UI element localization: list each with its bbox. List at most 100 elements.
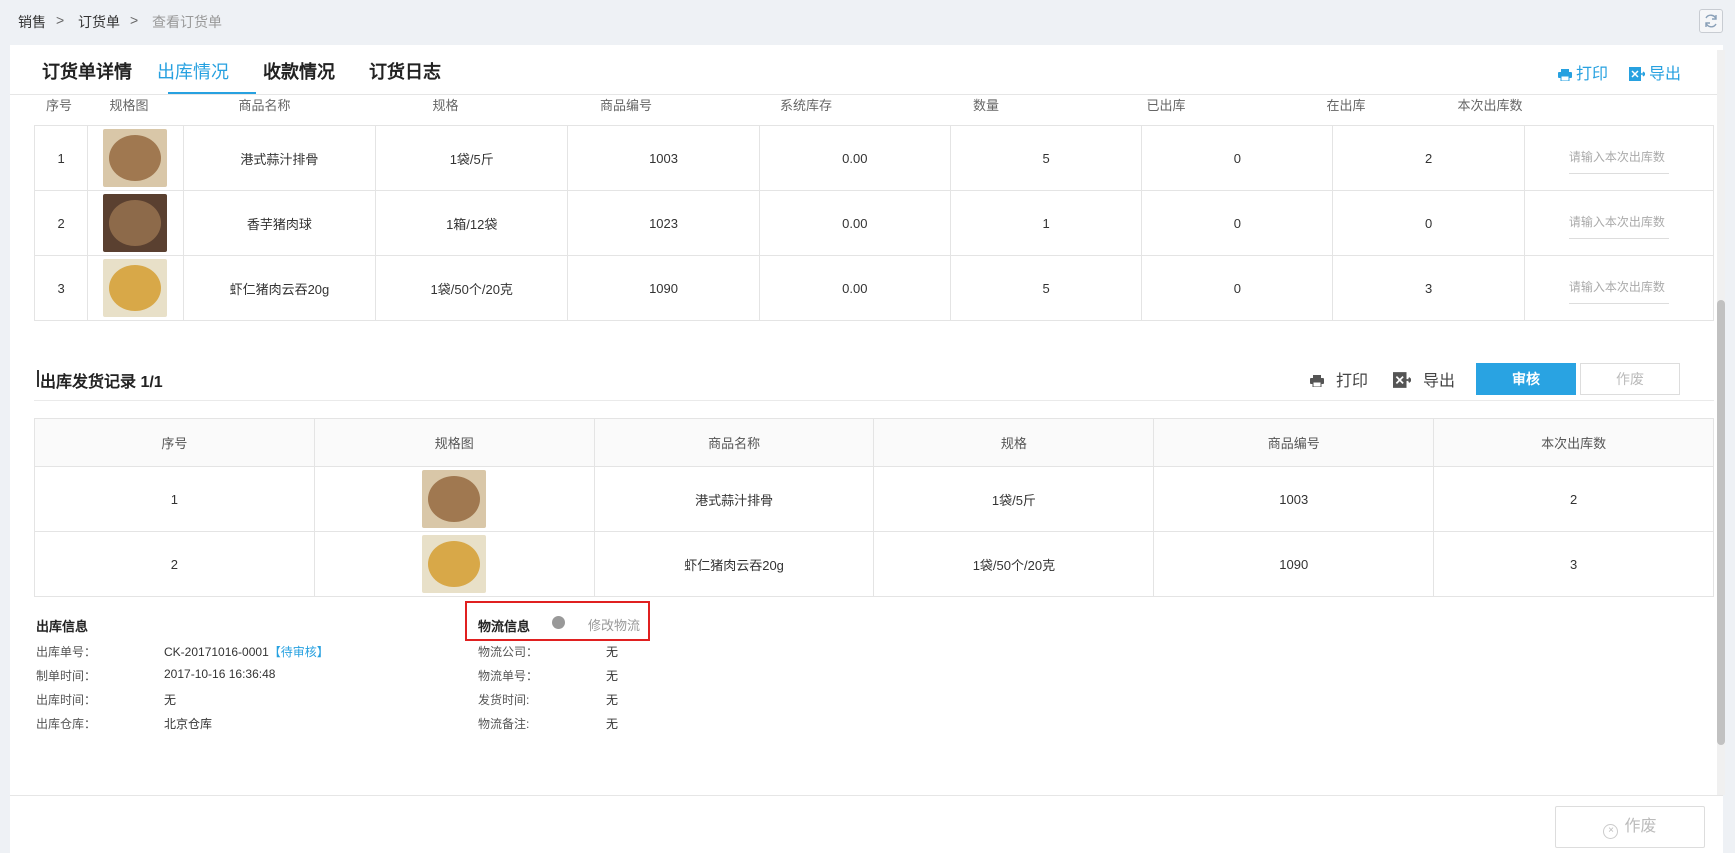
shipped-count: 0 <box>1141 255 1334 321</box>
printer-icon <box>1310 375 1324 388</box>
breadcrumb-separator: > <box>130 12 139 28</box>
print-button[interactable]: 打印 <box>1558 60 1608 84</box>
product-code: 1003 <box>567 125 760 191</box>
outbound-qty: 3 <box>1433 531 1714 597</box>
export-label: 导出 <box>1649 66 1682 83</box>
warehouse-label: 出库仓库： <box>36 717 97 731</box>
col-header: 商品名称 <box>238 98 291 113</box>
record-table: 序号 规格图 商品名称 规格 商品编号 本次出库数 1 港式蒜汁排骨 1袋/5斤… <box>34 418 1714 597</box>
outbound-qty-input[interactable]: 请输入本次出库数 <box>1568 207 1669 239</box>
export-icon <box>1393 372 1413 388</box>
refresh-button[interactable] <box>1699 9 1723 33</box>
tracking-value: 无 <box>606 669 619 683</box>
out-time-value: 无 <box>164 693 177 707</box>
system-stock: 0.00 <box>758 255 951 321</box>
company-label: 物流公司： <box>478 645 539 659</box>
record-table-header: 序号 规格图 商品名称 规格 商品编号 本次出库数 <box>34 418 1714 467</box>
warehouse-value: 北京仓库 <box>164 717 213 731</box>
shipped-count: 0 <box>1141 190 1334 256</box>
product-code: 1023 <box>567 190 760 256</box>
stock-table: 1 港式蒜汁排骨 1袋/5斤 1003 0.00 5 0 2 请输入本次出库数 … <box>33 125 1715 321</box>
product-thumbnail <box>313 531 595 597</box>
col-header: 本次出库数 <box>1457 98 1523 113</box>
tab-bar: 订货单详情 出库情况 收款情况 订货日志 打印 导出 <box>10 45 1723 95</box>
col-header: 规格 <box>873 418 1155 467</box>
void-button[interactable]: 作废 <box>1580 363 1680 395</box>
company-value: 无 <box>606 645 619 659</box>
export-button[interactable]: 导出 <box>1629 60 1681 84</box>
col-header: 规格 <box>432 98 459 113</box>
col-header: 序号 <box>34 418 315 467</box>
scrollbar-thumb[interactable] <box>1717 300 1725 745</box>
product-name: 港式蒜汁排骨 <box>182 125 377 191</box>
tab-outbound[interactable]: 出库情况 <box>157 58 229 84</box>
col-header: 数量 <box>972 98 999 113</box>
shipped-count: 0 <box>1141 125 1334 191</box>
product-name: 港式蒜汁排骨 <box>593 466 875 532</box>
active-tab-indicator <box>168 92 256 94</box>
record-export-label: 导出 <box>1423 373 1456 390</box>
record-print-button[interactable]: 打印 <box>1310 367 1368 391</box>
remark-label: 物流备注: <box>478 717 530 731</box>
row-number: 2 <box>34 531 315 597</box>
product-thumbnail <box>87 190 184 256</box>
shipping-count: 0 <box>1332 190 1525 256</box>
tab-order-detail[interactable]: 订货单详情 <box>42 58 132 84</box>
product-spec: 1袋/5斤 <box>375 125 569 191</box>
close-circle-icon: × <box>1603 824 1619 839</box>
breadcrumb-separator: > <box>56 12 65 28</box>
table-row: 2 虾仁猪肉云吞20g 1袋/50个/20克 1090 3 <box>34 531 1714 597</box>
created-value: 2017-10-16 16:36:48 <box>164 667 276 681</box>
col-header: 系统库存 <box>779 98 832 113</box>
edit-logistics-link[interactable]: 修改物流 <box>588 615 640 634</box>
breadcrumb-sales[interactable]: 销售 <box>18 12 46 32</box>
record-export-button[interactable]: 导出 <box>1393 367 1455 391</box>
system-stock: 0.00 <box>758 125 951 191</box>
shipping-count: 2 <box>1332 125 1525 191</box>
footer-void-label: 作废 <box>1624 818 1657 835</box>
ship-time-value: 无 <box>606 693 619 707</box>
audit-button[interactable]: 审核 <box>1476 363 1576 395</box>
printer-icon <box>1558 69 1572 82</box>
tracking-label: 物流单号： <box>478 669 539 683</box>
order-detail-card: 订货单详情 出库情况 收款情况 订货日志 打印 导出 序号 规格图 商品名称 规… <box>10 45 1723 853</box>
tab-order-log[interactable]: 订货日志 <box>369 58 441 84</box>
vertical-scrollbar[interactable] <box>1717 50 1725 795</box>
product-spec: 1袋/50个/20克 <box>873 531 1155 597</box>
refresh-icon <box>1705 14 1717 28</box>
table-row: 1 港式蒜汁排骨 1袋/5斤 1003 0.00 5 0 2 请输入本次出库数 <box>33 125 1715 191</box>
product-thumbnail <box>87 125 184 191</box>
col-header: 商品名称 <box>593 418 875 467</box>
product-code: 1090 <box>567 255 760 321</box>
outbound-qty-input[interactable]: 请输入本次出库数 <box>1568 142 1669 174</box>
breadcrumb-orders[interactable]: 订货单 <box>78 12 120 32</box>
row-number: 3 <box>33 255 89 321</box>
tab-payment[interactable]: 收款情况 <box>263 58 335 84</box>
product-code: 1003 <box>1153 466 1435 532</box>
quantity: 5 <box>949 125 1143 191</box>
col-header: 已出库 <box>1146 98 1186 113</box>
order-no: CK-20171016-0001 <box>164 645 269 659</box>
print-label: 打印 <box>1576 66 1609 83</box>
col-header: 本次出库数 <box>1433 418 1714 467</box>
out-time-label: 出库时间： <box>36 693 97 707</box>
system-stock: 0.00 <box>758 190 951 256</box>
row-number: 1 <box>33 125 89 191</box>
status-badge[interactable]: 【待审核】 <box>269 645 329 659</box>
row-number: 1 <box>34 466 315 532</box>
outbound-qty-cell: 请输入本次出库数 <box>1523 255 1715 321</box>
quantity: 1 <box>949 190 1143 256</box>
quantity: 5 <box>949 255 1143 321</box>
outbound-qty-input[interactable]: 请输入本次出库数 <box>1568 272 1669 304</box>
product-name: 虾仁猪肉云吞20g <box>593 531 875 597</box>
footer-void-button[interactable]: × 作废 <box>1555 806 1705 848</box>
breadcrumb-current: 查看订货单 <box>152 14 222 30</box>
table-row: 2 香芋猪肉球 1箱/12袋 1023 0.00 1 0 0 请输入本次出库数 <box>33 190 1715 256</box>
edit-icon[interactable] <box>552 616 565 629</box>
product-thumbnail <box>87 255 184 321</box>
col-header: 商品编号 <box>599 98 652 113</box>
created-label: 制单时间： <box>36 669 97 683</box>
remark-value: 无 <box>606 717 619 731</box>
product-spec: 1箱/12袋 <box>375 190 569 256</box>
export-icon <box>1629 67 1647 81</box>
